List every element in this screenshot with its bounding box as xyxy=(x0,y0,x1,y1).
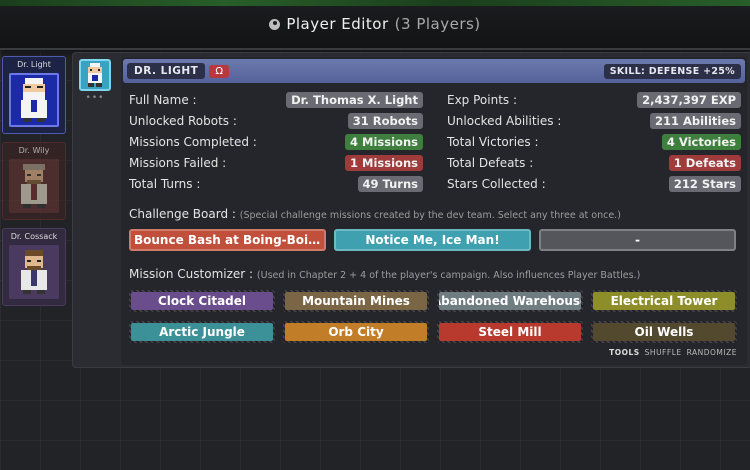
robots-stat: Unlocked Robots : 31 Robots xyxy=(129,112,423,129)
challenge-slot-1[interactable]: Bounce Bash at Boing-Boing xyxy=(129,229,326,251)
tools-label: TOOLS xyxy=(609,348,640,357)
mission-abandoned-warehouse[interactable]: Abandoned Warehouse xyxy=(437,290,583,312)
mission-mountain-mines[interactable]: Mountain Mines xyxy=(283,290,429,312)
stat-label: Missions Completed : xyxy=(129,134,257,149)
mission-oil-wells[interactable]: Oil Wells xyxy=(591,321,737,343)
pagination-dots[interactable]: ••• xyxy=(79,93,111,103)
defeats-stat: Total Defeats : 1 Defeats xyxy=(447,154,741,171)
player-name: Dr. Light xyxy=(17,60,51,69)
challenge-slot-3[interactable]: - xyxy=(539,229,736,251)
stat-label: Missions Failed : xyxy=(129,155,227,170)
abilities-stat: Unlocked Abilities : 211 Abilities xyxy=(447,112,741,129)
player-stats: Full Name : Dr. Thomas X. Light Exp Poin… xyxy=(129,89,741,194)
stat-row: Missions Completed : 4 Missions Total Vi… xyxy=(129,131,741,152)
sidebar-item-dr-wily[interactable]: Dr. Wily xyxy=(2,142,66,220)
mission-arctic-jungle[interactable]: Arctic Jungle xyxy=(129,321,275,343)
sidebar-item-dr-light[interactable]: Dr. Light xyxy=(2,56,66,134)
turns-stat: Total Turns : 49 Turns xyxy=(129,175,423,192)
mission-orb-city[interactable]: Orb City xyxy=(283,321,429,343)
skill-badge: SKILL: DEFENSE +25% xyxy=(603,63,741,79)
mission-customizer-title: Mission Customizer : xyxy=(129,267,254,281)
stars-value: 212 Stars xyxy=(668,175,741,192)
mission-label: Mountain Mines xyxy=(285,292,427,310)
mission-label: Oil Wells xyxy=(593,323,735,341)
tools-bar: TOOLS SHUFFLE RANDOMIZE xyxy=(609,348,737,357)
mission-label: Orb City xyxy=(285,323,427,341)
victories-stat: Total Victories : 4 Victories xyxy=(447,133,741,150)
missions-completed-stat: Missions Completed : 4 Missions xyxy=(129,133,423,150)
mission-customizer-heading: Mission Customizer : (Used in Chapter 2 … xyxy=(129,267,640,281)
title-text: Player Editor xyxy=(286,15,389,33)
player-name-chip: DR. LIGHT xyxy=(127,63,206,79)
player-count: (3 Players) xyxy=(394,15,481,33)
omega-badge: Ω xyxy=(209,64,229,78)
challenge-board: Bounce Bash at Boing-Boing Notice Me, Ic… xyxy=(129,229,736,251)
player-name: Dr. Wily xyxy=(18,146,50,155)
challenge-label: Bounce Bash at Boing-Boing xyxy=(134,233,321,247)
stars-stat: Stars Collected : 212 Stars xyxy=(447,175,741,192)
mission-label: Steel Mill xyxy=(439,323,581,341)
user-icon xyxy=(269,18,281,30)
player-sidebar: Dr. Light Dr. Wily Dr. Cossack xyxy=(2,56,68,314)
stat-row: Missions Failed : 1 Missions Total Defea… xyxy=(129,152,741,173)
dr-cossack-portrait xyxy=(9,245,59,299)
mission-electrical-tower[interactable]: Electrical Tower xyxy=(591,290,737,312)
stat-row: Unlocked Robots : 31 Robots Unlocked Abi… xyxy=(129,110,741,131)
mission-steel-mill[interactable]: Steel Mill xyxy=(437,321,583,343)
mission-clock-citadel[interactable]: Clock Citadel xyxy=(129,290,275,312)
stat-label: Total Victories : xyxy=(447,134,539,149)
challenge-label: - xyxy=(635,233,640,247)
randomize-button[interactable]: RANDOMIZE xyxy=(687,348,737,357)
sidebar-item-dr-cossack[interactable]: Dr. Cossack xyxy=(2,228,66,306)
challenge-slot-2[interactable]: Notice Me, Ice Man! xyxy=(334,229,531,251)
exp-value: 2,437,397 EXP xyxy=(637,91,741,108)
robot-selector: ••• xyxy=(79,59,111,103)
missions-failed-stat: Missions Failed : 1 Missions xyxy=(129,154,423,171)
mission-customizer: Clock Citadel Mountain Mines Abandoned W… xyxy=(129,290,737,343)
challenge-board-note: (Special challenge missions created by t… xyxy=(239,210,621,221)
player-name: Dr. Cossack xyxy=(10,232,58,241)
exp-stat: Exp Points : 2,437,397 EXP xyxy=(447,91,741,108)
dr-wily-portrait xyxy=(9,159,59,213)
defeats-value: 1 Defeats xyxy=(668,154,741,171)
turns-value: 49 Turns xyxy=(357,175,423,192)
full-name-value: Dr. Thomas X. Light xyxy=(286,91,423,108)
mission-customizer-note: (Used in Chapter 2 + 4 of the player's c… xyxy=(256,270,641,281)
stat-label: Unlocked Abilities : xyxy=(447,113,562,128)
player-editor-panel: ••• DR. LIGHT Ω SKILL: DEFENSE +25% Full… xyxy=(72,52,750,368)
mission-label: Arctic Jungle xyxy=(131,323,273,341)
editor-header: Player Editor (3 Players) xyxy=(0,0,750,50)
mission-label: Clock Citadel xyxy=(131,292,273,310)
stat-label: Stars Collected : xyxy=(447,176,546,191)
mission-label: Abandoned Warehouse xyxy=(439,292,581,310)
robot-portrait-button[interactable] xyxy=(79,59,111,91)
mission-label: Electrical Tower xyxy=(593,292,735,310)
missions-completed-value: 4 Missions xyxy=(345,133,423,150)
stat-label: Exp Points : xyxy=(447,92,518,107)
player-details: DR. LIGHT Ω SKILL: DEFENSE +25% Full Nam… xyxy=(121,57,747,365)
robots-value: 31 Robots xyxy=(347,112,423,129)
page-title: Player Editor (3 Players) xyxy=(269,15,480,33)
shuffle-button[interactable]: SHUFFLE xyxy=(645,348,682,357)
victories-value: 4 Victories xyxy=(661,133,741,150)
full-name-stat: Full Name : Dr. Thomas X. Light xyxy=(129,91,423,108)
abilities-value: 211 Abilities xyxy=(649,112,741,129)
challenge-label: Notice Me, Ice Man! xyxy=(365,233,500,247)
stat-label: Unlocked Robots : xyxy=(129,113,237,128)
player-title-bar: DR. LIGHT Ω SKILL: DEFENSE +25% xyxy=(123,59,745,83)
missions-failed-value: 1 Missions xyxy=(345,154,423,171)
stat-row: Total Turns : 49 Turns Stars Collected :… xyxy=(129,173,741,194)
stat-label: Total Defeats : xyxy=(447,155,534,170)
dr-light-portrait xyxy=(9,73,59,127)
stat-row: Full Name : Dr. Thomas X. Light Exp Poin… xyxy=(129,89,741,110)
stat-label: Total Turns : xyxy=(129,176,201,191)
challenge-board-heading: Challenge Board : (Special challenge mis… xyxy=(129,207,621,221)
stat-label: Full Name : xyxy=(129,92,197,107)
challenge-board-title: Challenge Board : xyxy=(129,207,236,221)
